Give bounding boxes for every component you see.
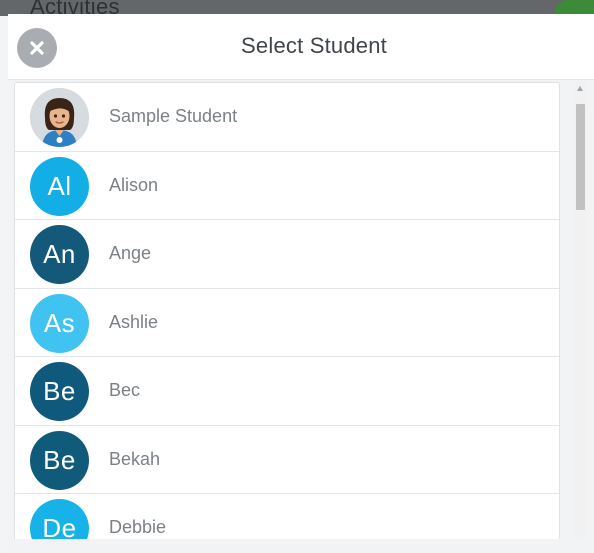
student-row[interactable]: Be Bekah: [15, 426, 559, 494]
student-name: Alison: [109, 174, 159, 195]
modal-header: Select Student: [8, 14, 594, 80]
student-initials-avatar: Be: [30, 362, 89, 421]
student-row[interactable]: An Ange: [15, 220, 559, 289]
student-initials-avatar: As: [30, 293, 89, 353]
student-photo-avatar: [30, 88, 89, 147]
student-initials-avatar: De: [30, 499, 89, 539]
modal-title: Select Student: [241, 33, 387, 58]
student-row[interactable]: As Ashlie: [15, 289, 559, 357]
student-row[interactable]: Sample Student: [15, 83, 559, 152]
student-list-container: Sample Student Al Alison An Ange As Ashlie Be Be…: [14, 82, 560, 539]
student-name: Bekah: [109, 448, 161, 469]
student-name: Debbie: [109, 517, 167, 537]
student-name: Ange: [109, 243, 152, 263]
student-row[interactable]: Al Alison: [15, 152, 559, 220]
student-initials: An: [43, 239, 76, 269]
student-initials: De: [42, 513, 77, 539]
student-name: Sample Student: [109, 106, 238, 126]
close-button[interactable]: [17, 28, 57, 68]
scrollbar[interactable]: [575, 82, 586, 539]
scroll-up-arrow-icon[interactable]: [577, 86, 583, 91]
student-row[interactable]: Be Bec: [15, 357, 559, 426]
student-list: Sample Student Al Alison An Ange As Ashlie Be Be…: [14, 82, 560, 539]
student-name: Ashlie: [109, 311, 159, 332]
scroll-thumb[interactable]: [576, 104, 585, 210]
close-x-icon: [30, 41, 44, 55]
student-initials: Be: [43, 444, 76, 475]
student-initials-avatar: Al: [30, 156, 89, 216]
student-initials-avatar: An: [30, 225, 89, 284]
student-initials: Be: [43, 376, 76, 406]
student-initials-avatar: Be: [30, 430, 89, 490]
student-name: Bec: [109, 380, 141, 400]
student-row[interactable]: De Debbie: [15, 494, 559, 539]
student-initials: As: [43, 307, 76, 338]
student-initials: Al: [47, 170, 72, 201]
